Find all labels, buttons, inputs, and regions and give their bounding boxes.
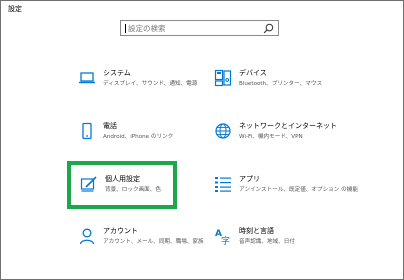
category-description: Bluetooth、プリンター、マウス [239, 81, 323, 87]
category-title: アプリ [239, 175, 260, 183]
category-accounts[interactable]: アカウント アカウント、メール、同期、職場、家族 [78, 227, 228, 261]
laptop-icon [79, 72, 95, 84]
apps-list-icon [215, 177, 231, 192]
category-phone[interactable]: 電話 Android、iPhone のリンク [78, 122, 228, 156]
category-devices[interactable]: デバイス Bluetooth、プリンター、マウス [214, 69, 364, 103]
search-icon[interactable] [263, 23, 274, 34]
selection-highlight-frame [67, 161, 177, 209]
category-description: Wi-Fi、機内モード、VPN [239, 134, 303, 140]
settings-window: 設定 設定の検索 システム ディスプレイ、サウンド、通知、電源 デバイス Blu… [0, 0, 404, 280]
globe-icon [215, 123, 231, 139]
category-title: システム [103, 69, 131, 77]
search-input[interactable]: 設定の検索 [120, 20, 279, 36]
category-title: 時刻と言語 [239, 227, 274, 235]
category-description: 音声認識、地域、日付 [239, 239, 295, 245]
phone-icon [82, 122, 92, 140]
category-network[interactable]: ネットワークとインターネット Wi-Fi、機内モード、VPN [214, 122, 364, 156]
category-time-language[interactable]: A 字 時刻と言語 音声認識、地域、日付 [214, 227, 364, 261]
category-title: デバイス [239, 69, 267, 77]
category-description: Android、iPhone のリンク [103, 134, 174, 140]
time-language-icon: A 字 [215, 229, 230, 245]
category-title: ネットワークとインターネット [239, 122, 337, 130]
window-title: 設定 [8, 5, 22, 13]
search-placeholder: 設定の検索 [128, 24, 166, 33]
category-apps[interactable]: アプリ アンインストール、既定値、オプション の機能 [214, 175, 364, 209]
category-description: アカウント、メール、同期、職場、家族 [103, 239, 204, 245]
text-caret [125, 24, 126, 33]
person-icon [79, 228, 95, 245]
svg-text:字: 字 [221, 235, 230, 245]
category-title: アカウント [103, 227, 138, 235]
category-system[interactable]: システム ディスプレイ、サウンド、通知、電源 [78, 69, 228, 103]
category-description: アンインストール、既定値、オプション の機能 [239, 187, 358, 193]
keyboard-icon [214, 69, 232, 87]
category-title: 電話 [103, 122, 117, 130]
title-bar: 設定 [1, 1, 403, 18]
category-description: ディスプレイ、サウンド、通知、電源 [103, 81, 198, 87]
